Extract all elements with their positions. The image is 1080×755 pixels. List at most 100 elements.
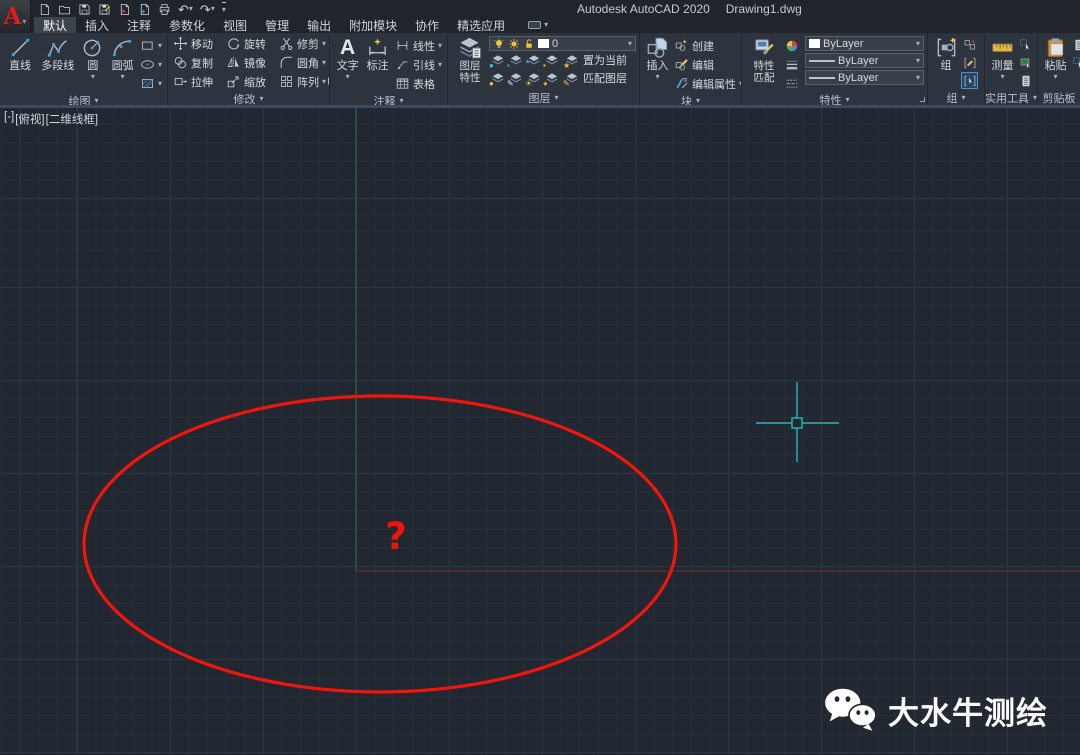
rectangle-tool[interactable]: ▾ — [138, 36, 164, 55]
set-current-layer-button[interactable]: ★置为当前 — [561, 51, 629, 70]
text-flyout-caret-icon[interactable]: ▾ — [346, 73, 350, 81]
thaw-all-layers-button[interactable]: ☀ — [525, 70, 542, 87]
save-as-button[interactable] — [98, 2, 111, 17]
lock-layer-button[interactable]: ▪ — [543, 52, 560, 69]
turn-off-layer-button[interactable]: ● — [489, 52, 506, 69]
match-properties-button[interactable]: 特性匹配 — [745, 35, 783, 92]
lineweight-button[interactable] — [783, 56, 800, 73]
tab-collaborate[interactable]: 协作 — [406, 17, 448, 33]
layer-edit-button[interactable]: ✎ — [507, 70, 524, 87]
viewport-minimize-control[interactable]: [-] — [4, 111, 14, 127]
lineweight-dropdown[interactable]: ByLayer ▾ — [805, 53, 924, 68]
tab-parametric[interactable]: 参数化 — [160, 17, 214, 33]
tab-view[interactable]: 视图 — [214, 17, 256, 33]
tab-addins[interactable]: 附加模块 — [340, 17, 406, 33]
panel-title-utilities[interactable]: 实用工具▾ — [985, 90, 1037, 105]
quick-calc-button[interactable] — [1017, 72, 1034, 89]
save-button[interactable] — [78, 2, 91, 17]
circle-tool[interactable]: 圆 ▾ — [78, 35, 107, 93]
measure-flyout-caret-icon[interactable]: ▾ — [1000, 73, 1004, 81]
unlock-layer-button[interactable]: ● — [543, 70, 560, 87]
move-tool[interactable]: 移动 — [171, 34, 224, 53]
edit-attributes-button[interactable]: 编辑属性▾ — [672, 74, 742, 93]
measure-button[interactable]: 测量 ▾ — [988, 35, 1017, 90]
leader-tool[interactable]: 引线▾ — [393, 55, 444, 74]
properties-dialog-launcher-icon[interactable] — [920, 97, 925, 102]
copy-tool[interactable]: 复制 — [171, 53, 224, 72]
hatch-tool[interactable]: ▾ — [138, 74, 164, 93]
red-ellipse[interactable] — [84, 396, 676, 692]
color-wheel-button[interactable] — [783, 37, 800, 54]
dimension-tool[interactable]: 标注 — [362, 35, 393, 93]
ungroup-button[interactable] — [961, 36, 978, 53]
layer-select-dropdown[interactable]: 0 ▾ — [489, 36, 636, 51]
copy-clip-button[interactable] — [1070, 54, 1080, 71]
panel-title-draw[interactable]: 绘图▾ — [0, 93, 167, 105]
undo-button[interactable]: ↶▾ — [178, 2, 193, 17]
trim-tool[interactable]: 修剪▾ — [277, 34, 324, 53]
edit-block-icon — [674, 57, 689, 72]
table-icon — [395, 76, 410, 91]
new-file-button[interactable] — [38, 2, 51, 17]
redo-button[interactable]: ↷▾ — [200, 2, 215, 17]
panel-title-block[interactable]: 块▾ — [640, 93, 741, 105]
rotate-tool[interactable]: 旋转 — [224, 34, 277, 53]
stretch-tool[interactable]: 拉伸 — [171, 72, 224, 91]
drawing-canvas[interactable]: ? [-] [俯视] [二维线框] 大水牛测绘 — [0, 108, 1080, 755]
batch-plot-button[interactable] — [118, 2, 131, 17]
group-button[interactable]: 组 — [931, 35, 961, 90]
linetype-button[interactable] — [783, 75, 800, 92]
panel-title-clipboard[interactable]: 剪贴板 — [1038, 90, 1080, 105]
fillet-tool[interactable]: 圆角▾ — [277, 53, 324, 72]
polyline-tool[interactable]: 多段线 — [37, 35, 78, 93]
viewport-view-control[interactable]: [俯视] — [15, 111, 44, 127]
tab-annotate[interactable]: 注释 — [118, 17, 160, 33]
tab-featured-apps[interactable]: 精选应用 — [448, 17, 514, 33]
mirror-tool[interactable]: 镜像 — [224, 53, 277, 72]
viewport-visual-style-control[interactable]: [二维线框] — [46, 111, 98, 127]
isolate-layer-button[interactable]: ▪ — [507, 52, 524, 69]
array-tool[interactable]: 阵列▾ — [277, 72, 324, 91]
group-edit-button[interactable] — [961, 54, 978, 71]
tab-output[interactable]: 输出 — [298, 17, 340, 33]
layer-properties-button[interactable]: 图层特性 — [451, 35, 489, 90]
ellipse-tool[interactable]: ▾ — [138, 55, 164, 74]
quick-select-button[interactable] — [1017, 54, 1034, 71]
insert-flyout-caret-icon[interactable]: ▾ — [655, 73, 659, 81]
export-button[interactable] — [138, 2, 151, 17]
ribbon-display-toggle[interactable]: ▾ — [528, 17, 548, 33]
paste-flyout-caret-icon[interactable]: ▾ — [1053, 73, 1057, 81]
select-window-button[interactable] — [1017, 36, 1034, 53]
open-file-button[interactable] — [58, 2, 71, 17]
circle-flyout-caret-icon[interactable]: ▾ — [91, 73, 95, 81]
tab-manage[interactable]: 管理 — [256, 17, 298, 33]
table-tool[interactable]: 表格 — [393, 74, 444, 93]
insert-block-button[interactable]: 插入 ▾ — [643, 35, 672, 93]
create-block-button[interactable]: 创建 — [672, 36, 742, 55]
freeze-layer-button[interactable]: * — [525, 52, 542, 69]
panel-title-properties[interactable]: 特性▾ — [742, 92, 927, 105]
scale-tool[interactable]: 缩放 — [224, 72, 277, 91]
panel-title-groups[interactable]: 组▾ — [928, 90, 984, 105]
turn-on-all-layers-button[interactable]: ● — [489, 70, 506, 87]
linear-dimension-tool[interactable]: 线性▾ — [393, 36, 444, 55]
customize-quick-access-button[interactable]: ▾ — [222, 2, 226, 17]
linetype-dropdown[interactable]: ByLayer ▾ — [805, 70, 924, 85]
panel-title-layers[interactable]: 图层▾ — [448, 90, 639, 105]
edit-block-button[interactable]: 编辑 — [672, 55, 742, 74]
text-tool[interactable]: A 文字 ▾ — [333, 35, 362, 93]
line-tool[interactable]: 直线 — [3, 35, 37, 93]
cut-button[interactable] — [1070, 36, 1080, 53]
panel-title-modify[interactable]: 修改▾ — [168, 91, 329, 105]
object-color-dropdown[interactable]: ByLayer ▾ — [805, 36, 924, 51]
group-selection-toggle[interactable] — [961, 72, 978, 89]
arc-flyout-caret-icon[interactable]: ▾ — [121, 73, 125, 81]
match-layer-button[interactable]: ✎匹配图层 — [561, 69, 629, 88]
tab-insert[interactable]: 插入 — [76, 17, 118, 33]
tab-home[interactable]: 默认 — [34, 17, 76, 33]
panel-title-annotation[interactable]: 注释▾ — [330, 93, 447, 105]
arc-tool[interactable]: 圆弧 ▾ — [107, 35, 138, 93]
plot-button[interactable] — [158, 2, 171, 17]
application-menu-button[interactable]: A ▾ — [0, 0, 31, 32]
paste-button[interactable]: 粘贴 ▾ — [1041, 35, 1070, 90]
